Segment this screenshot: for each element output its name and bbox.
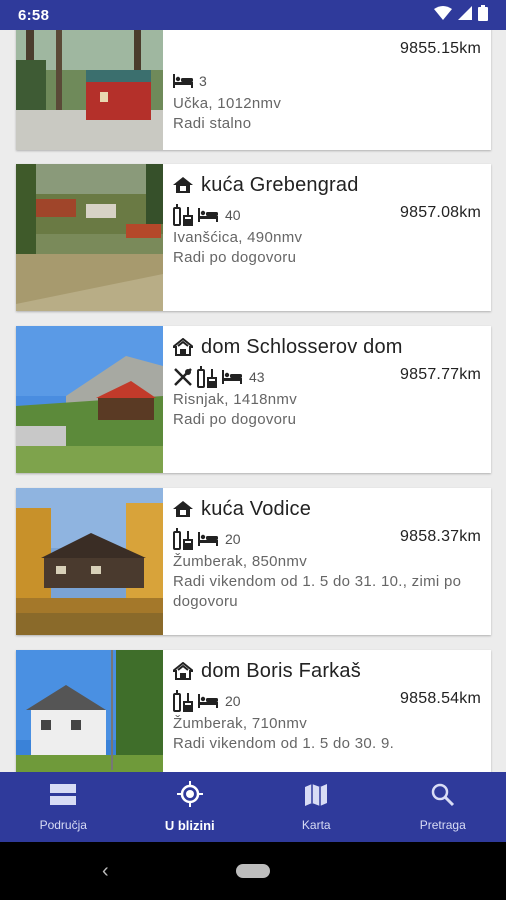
bed-icon: [221, 370, 243, 384]
hut-photo: [16, 164, 163, 311]
bed-count: 40: [225, 207, 241, 223]
hut-photo: [16, 326, 163, 473]
battery-icon: [478, 4, 488, 26]
distance: 9857.77km: [400, 366, 481, 383]
bottom-nav: Područja U blizini Karta Pretraga: [0, 772, 506, 842]
hut-title: dom Boris Farkaš: [201, 659, 361, 682]
house-icon: [173, 500, 193, 518]
bed-icon: [197, 532, 219, 546]
location: Ivanšćica, 490nmv: [173, 229, 303, 246]
nav-areas[interactable]: Područja: [0, 772, 127, 842]
bed-icon: [197, 208, 219, 222]
drinks-icon: [173, 204, 193, 226]
nav-label: U blizini: [164, 818, 215, 833]
food-icon: [173, 367, 193, 387]
status-icons: [434, 4, 488, 26]
lodge-icon: [173, 338, 193, 356]
hut-photo: [16, 30, 163, 150]
nav-search[interactable]: Pretraga: [380, 772, 506, 842]
drinks-icon: [173, 528, 193, 550]
nav-label: Područja: [39, 817, 87, 832]
drinks-icon: [173, 690, 193, 712]
nav-nearby[interactable]: U blizini: [127, 772, 254, 842]
hut-list[interactable]: 3 9855.15km Učka, 1012nmv Radi stalno ku…: [0, 30, 506, 772]
hut-photo: [16, 488, 163, 635]
map-icon: [304, 783, 328, 812]
hut-title: kuća Vodice: [201, 497, 312, 520]
hours: Radi po dogovoru: [173, 411, 297, 428]
status-bar: 6:58: [0, 0, 506, 30]
location: Učka, 1012nmv: [173, 95, 282, 112]
hours: Radi stalno: [173, 115, 252, 132]
distance: 9858.54km: [400, 690, 481, 707]
bed-count: 20: [225, 531, 241, 547]
location-icon: [176, 781, 203, 812]
bed-count: 43: [249, 369, 265, 385]
nav-label: Karta: [301, 817, 331, 832]
bed-icon: [197, 694, 219, 708]
location: Risnjak, 1418nmv: [173, 391, 298, 408]
system-nav-bar: ‹: [0, 842, 506, 900]
list-item[interactable]: dom Boris Farkaš 20 9858.54km Žumberak, …: [16, 650, 491, 772]
distance: 9858.37km: [400, 528, 481, 545]
list-item[interactable]: kuća Vodice 20 9858.37km Žumberak, 850nm…: [16, 488, 491, 635]
bed-count: 3: [199, 73, 207, 89]
location: Žumberak, 850nmv: [173, 553, 308, 570]
nav-map[interactable]: Karta: [253, 772, 380, 842]
signal-icon: [458, 5, 472, 25]
nav-label: Pretraga: [419, 817, 466, 832]
status-time: 6:58: [18, 6, 50, 24]
distance: 9857.08km: [400, 204, 481, 221]
distance: 9855.15km: [400, 40, 481, 57]
wifi-icon: [434, 5, 452, 25]
house-icon: [173, 176, 193, 194]
list-item[interactable]: dom Schlosserov dom 43 9857.77km Risnjak…: [16, 326, 491, 473]
hut-photo: [16, 650, 163, 772]
home-pill-icon[interactable]: [236, 864, 270, 878]
hours: Radi vikendom od 1. 5 do 31. 10., zimi p…: [173, 573, 462, 610]
hours: Radi po dogovoru: [173, 249, 297, 266]
areas-icon: [50, 783, 77, 812]
list-item[interactable]: 3 9855.15km Učka, 1012nmv Radi stalno: [16, 30, 491, 150]
list-item[interactable]: kuća Grebengrad 40 9857.08km Ivanšćica, …: [16, 164, 491, 311]
drinks-icon: [197, 366, 217, 388]
lodge-icon: [173, 662, 193, 680]
location: Žumberak, 710nmv: [173, 715, 308, 732]
search-icon: [431, 783, 455, 812]
hours: Radi vikendom od 1. 5 do 30. 9.: [173, 735, 395, 752]
back-icon[interactable]: ‹: [102, 860, 109, 883]
bed-count: 20: [225, 693, 241, 709]
hut-title: dom Schlosserov dom: [201, 335, 403, 358]
hut-title: kuća Grebengrad: [201, 173, 359, 196]
bed-icon: [173, 74, 193, 88]
